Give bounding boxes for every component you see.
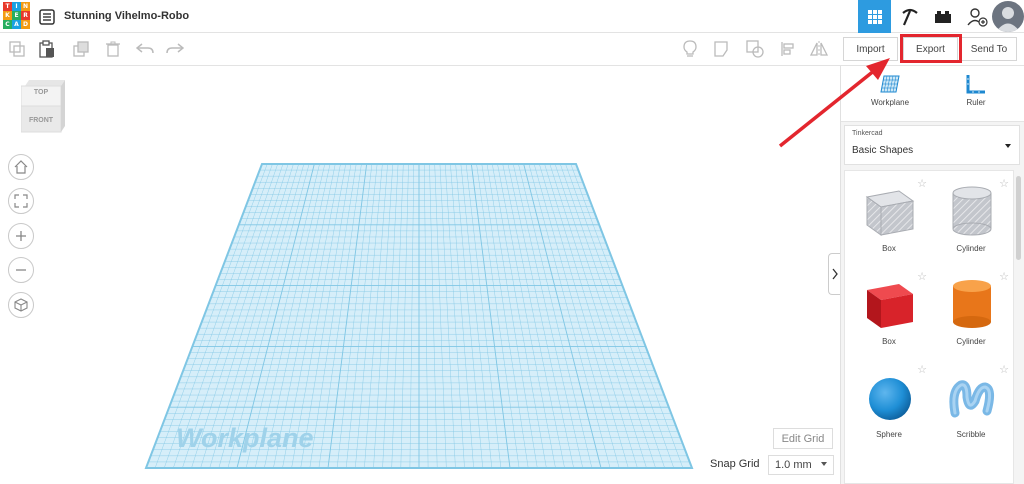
workplane-icon (880, 75, 900, 93)
cube-icon (14, 298, 28, 312)
logo-letter: T (3, 2, 12, 11)
grid-icon (867, 9, 882, 24)
zoom-out-button[interactable] (8, 257, 34, 283)
box-icon (867, 284, 913, 328)
viewcube-front-label: FRONT (28, 117, 54, 124)
shape-sphere[interactable]: ☆ Sphere (849, 361, 929, 451)
workplane-tool-label: Workplane (870, 98, 910, 107)
star-icon[interactable]: ☆ (999, 363, 1009, 376)
shape-box-hole[interactable]: ☆ Box (849, 175, 929, 265)
shape-label: Cylinder (956, 337, 986, 346)
blocks-mode-button[interactable] (893, 0, 926, 33)
workplane-tool[interactable]: Workplane (855, 74, 925, 107)
ruler-tool-label: Ruler (966, 98, 986, 107)
shape-label: Box (882, 337, 896, 346)
star-icon[interactable]: ☆ (917, 270, 927, 283)
trash-icon[interactable] (104, 40, 122, 58)
tinkercad-logo[interactable]: T I N K E R C A D (3, 2, 31, 30)
edit-grid-button[interactable]: Edit Grid (773, 428, 833, 449)
duplicate-icon[interactable] (72, 40, 90, 58)
shapes-grid: ☆ Box ☆ Cylinder ☆ Box ☆ Cylinder ☆ Sphe… (844, 170, 1014, 484)
send-to-button[interactable]: Send To (961, 37, 1017, 61)
light-bulb-icon[interactable] (681, 40, 699, 58)
shape-box[interactable]: ☆ Box (849, 268, 929, 358)
perspective-toggle-button[interactable] (8, 292, 34, 318)
shape-cylinder[interactable]: ☆ Cylinder (931, 268, 1011, 358)
plus-icon (16, 231, 26, 241)
group-icon[interactable] (746, 40, 764, 58)
import-button[interactable]: Import (843, 37, 898, 61)
home-view-button[interactable] (8, 154, 34, 180)
box-hole-icon (865, 190, 915, 236)
fit-view-button[interactable] (8, 188, 34, 214)
export-highlight-box (900, 34, 962, 63)
logo-letter: I (12, 2, 21, 11)
shapes-panel: Workplane Ruler Tinkercad Basic Shapes ☆ (840, 66, 1024, 484)
invite-user-button[interactable] (960, 0, 993, 33)
logo-letter: C (3, 20, 12, 29)
shape-label: Box (882, 244, 896, 253)
project-title[interactable]: Stunning Vihelmo-Robo (64, 10, 189, 22)
snap-grid-value: 1.0 mm (775, 459, 812, 471)
panel-scrollbar[interactable] (1016, 176, 1021, 260)
shape-scribble[interactable]: ☆ Scribble (931, 361, 1011, 451)
copy-icon[interactable] (8, 40, 26, 58)
logo-letter: R (21, 11, 30, 20)
undo-icon[interactable] (136, 40, 154, 58)
viewcube-top-label: TOP (33, 89, 49, 96)
panel-collapse-toggle[interactable] (828, 253, 840, 295)
dropdown-caret-icon (1005, 144, 1011, 148)
logo-letter: A (12, 20, 21, 29)
pickaxe-icon (901, 8, 918, 25)
top-header: T I N K E R C A D Stunning Vihelmo-Robo (0, 0, 1024, 33)
add-user-icon (966, 7, 988, 27)
workplane-label: Workplane (176, 423, 314, 453)
view-cube[interactable]: TOP FRONT (20, 80, 65, 136)
star-icon[interactable]: ☆ (917, 363, 927, 376)
library-source: Tinkercad (852, 130, 883, 137)
shape-label: Scribble (956, 430, 986, 439)
snap-grid-select[interactable]: 1.0 mm (768, 455, 834, 475)
library-name: Basic Shapes (852, 145, 914, 156)
ruler-icon (966, 75, 985, 94)
home-icon (14, 160, 28, 174)
scribble-icon (949, 380, 995, 418)
star-icon[interactable]: ☆ (999, 270, 1009, 283)
zoom-in-button[interactable] (8, 223, 34, 249)
snap-grid-label: Snap Grid (710, 458, 760, 470)
logo-letter: E (12, 11, 21, 20)
align-icon[interactable] (779, 40, 797, 58)
user-avatar[interactable] (992, 1, 1024, 32)
shape-label: Sphere (876, 430, 902, 439)
edit-toolbar: Import Export Send To (0, 33, 1024, 66)
bricks-mode-button[interactable] (926, 0, 959, 33)
redo-icon[interactable] (166, 40, 184, 58)
shape-notes-icon[interactable] (713, 40, 731, 58)
logo-letter: N (21, 2, 30, 11)
paste-icon[interactable] (38, 40, 56, 58)
shape-cylinder-hole[interactable]: ☆ Cylinder (931, 175, 1011, 265)
logo-letter: K (3, 11, 12, 20)
shape-library-select[interactable]: Tinkercad Basic Shapes (844, 125, 1020, 165)
3d-design-view-button[interactable] (858, 0, 891, 33)
tinkercad-editor: T I N K E R C A D Stunning Vihelmo-Robo (0, 0, 1024, 484)
sphere-icon (869, 378, 911, 420)
design-list-icon[interactable] (39, 9, 55, 25)
ruler-tool[interactable]: Ruler (941, 74, 1011, 107)
logo-letter: D (21, 20, 30, 29)
brick-icon (934, 10, 951, 23)
shape-label: Cylinder (956, 244, 986, 253)
chevron-right-icon (831, 268, 838, 280)
cylinder-icon (953, 280, 991, 328)
mirror-icon[interactable] (810, 40, 828, 58)
cylinder-hole-icon (952, 186, 992, 236)
minus-icon (16, 269, 26, 271)
caret-icon (821, 462, 827, 466)
panel-tools: Workplane Ruler (841, 66, 1024, 122)
star-icon[interactable]: ☆ (999, 177, 1009, 190)
star-icon[interactable]: ☆ (917, 177, 927, 190)
fit-view-icon (14, 194, 28, 208)
